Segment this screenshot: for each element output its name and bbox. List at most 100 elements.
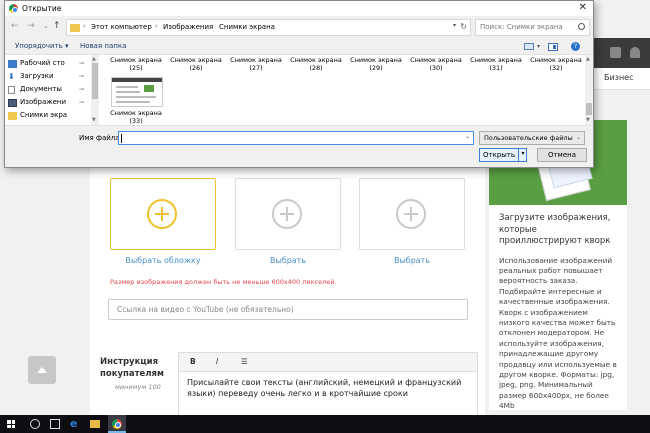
file-item[interactable]: Снимок экрана (25) [107, 56, 165, 72]
file-thumbnail[interactable] [111, 77, 163, 107]
address-bar[interactable]: › Этот компьютер › Изображения › Снимки … [66, 19, 471, 36]
scrollbar-thumb[interactable] [586, 103, 592, 115]
thumbnail-header [112, 78, 162, 82]
site-tab-bar: Бизнес [592, 68, 650, 90]
scroll-up-arrow[interactable]: ▲ [586, 56, 590, 62]
notifications-icon[interactable] [630, 47, 640, 58]
choose-image-link[interactable]: Выбрать [235, 256, 341, 265]
file-item[interactable]: Снимок экрана (26) [167, 56, 225, 72]
file-item-selected[interactable]: Снимок экрана (33) [107, 109, 165, 125]
nav-item-desktop[interactable]: Рабочий сто [20, 59, 65, 67]
pin-icon: ⊸ [79, 73, 85, 80]
recent-locations-dropdown[interactable]: ⌄ [43, 22, 49, 30]
change-view-icon[interactable] [524, 43, 534, 50]
upload-cover-slot[interactable] [110, 178, 216, 250]
breadcrumb-pictures[interactable]: Изображения [163, 23, 213, 31]
file-item[interactable]: Снимок экрана (27) [227, 56, 285, 72]
site-header [592, 38, 650, 68]
file-explorer-icon[interactable] [90, 420, 100, 428]
scroll-down-arrow[interactable]: ▼ [586, 117, 590, 123]
pin-icon: ⊸ [79, 99, 85, 106]
nav-item-screenshots[interactable]: Снимки экра [20, 111, 67, 119]
thumbnail-image [144, 85, 154, 92]
file-item[interactable]: Снимок экрана (31) [467, 56, 525, 72]
file-item[interactable]: Снимок экрана (30) [407, 56, 465, 72]
choose-image-link[interactable]: Выбрать [359, 256, 465, 265]
chevron-down-icon: ⌄ [575, 134, 581, 141]
up-button[interactable]: ↑ [53, 21, 61, 31]
downloads-icon: ⬇ [8, 72, 15, 81]
file-type-value: Пользовательские файлы [484, 134, 573, 142]
scroll-up-arrow[interactable]: ▲ [92, 56, 96, 62]
plus-icon [396, 199, 426, 229]
editor-toolbar: B I ☰ [179, 353, 477, 372]
breadcrumb-screenshots[interactable]: Снимки экрана [219, 23, 275, 31]
address-dropdown-icon[interactable]: ▾ [453, 22, 456, 29]
filename-label: Имя файла: [79, 134, 122, 142]
instructions-minimum: минимум 100 [115, 383, 161, 391]
nav-pane-scrollbar[interactable]: ▲ ▼ [91, 55, 99, 125]
nav-item-pictures[interactable]: Изображени [20, 98, 66, 106]
cancel-button[interactable]: Отмена [537, 148, 587, 162]
search-icon [578, 23, 585, 30]
file-type-select[interactable]: Пользовательские файлы ⌄ [479, 131, 585, 145]
nav-item-downloads[interactable]: Загрузки [20, 72, 54, 80]
scroll-down-arrow[interactable]: ▼ [92, 117, 96, 123]
open-file-dialog: Открытие ✕ ← → ⌄ ↑ › Этот компьютер › Из… [4, 0, 594, 168]
chrome-icon [112, 419, 122, 429]
tips-body: Использование изображений реальных работ… [499, 255, 617, 411]
filename-dropdown-icon[interactable]: ⌄ [465, 133, 470, 140]
plus-icon [147, 199, 177, 229]
nav-item-documents[interactable]: Документы [20, 85, 62, 93]
file-item[interactable]: Снимок экрана (29) [347, 56, 405, 72]
bold-button[interactable]: B [190, 357, 196, 366]
list-button[interactable]: ☰ [241, 357, 248, 366]
pin-icon: ⊸ [79, 60, 85, 67]
text-cursor [121, 134, 122, 143]
breadcrumb-separator: › [211, 22, 214, 30]
chrome-icon [9, 4, 18, 13]
tab-business[interactable]: Бизнес [604, 73, 634, 82]
back-button[interactable]: ← [11, 21, 19, 31]
editor-content[interactable]: Присылайте свои тексты (английский, неме… [179, 372, 477, 404]
search-icon[interactable] [30, 419, 40, 429]
new-folder-button[interactable]: Новая папка [80, 42, 126, 50]
task-view-icon[interactable] [50, 419, 60, 429]
plus-icon [272, 199, 302, 229]
pictures-icon [8, 99, 17, 107]
chrome-taskbar-button[interactable] [108, 415, 126, 433]
dialog-toolbar: Упорядочить ▾ Новая папка ▾ ? [5, 39, 593, 54]
file-list-scrollbar[interactable]: ▲ ▼ [585, 55, 593, 125]
search-placeholder: Поиск: Снимки экрана [480, 23, 563, 31]
help-icon[interactable]: ? [571, 42, 580, 51]
file-item[interactable]: Снимок экрана (28) [287, 56, 345, 72]
documents-icon [8, 86, 15, 94]
upload-slot-2[interactable] [235, 178, 341, 250]
navigation-pane: Рабочий сто ⊸ ⬇ Загрузки ⊸ Документы ⊸ И… [5, 55, 91, 125]
folder-icon [70, 24, 80, 32]
italic-button[interactable]: I [216, 357, 218, 366]
search-input[interactable]: Поиск: Снимки экрана [475, 19, 590, 36]
scroll-to-top-button[interactable] [28, 356, 56, 384]
youtube-link-input[interactable]: Ссылка на видео с YouTube (не обязательн… [108, 299, 468, 320]
forward-button[interactable]: → [27, 21, 35, 31]
dialog-titlebar: Открытие ✕ [5, 1, 593, 16]
scrollbar-thumb[interactable] [92, 63, 98, 99]
dialog-content: Рабочий сто ⊸ ⬇ Загрузки ⊸ Документы ⊸ И… [5, 54, 593, 126]
choose-cover-link[interactable]: Выбрать обложку [110, 256, 216, 265]
folder-icon [8, 112, 17, 120]
view-dropdown-icon[interactable]: ▾ [537, 43, 540, 50]
edge-icon[interactable]: e [70, 418, 80, 429]
thumbnail-line [116, 86, 138, 88]
upload-slot-3[interactable] [359, 178, 465, 250]
close-button[interactable]: ✕ [579, 2, 587, 13]
windows-start-icon[interactable] [7, 420, 15, 428]
breadcrumb-this-pc[interactable]: Этот компьютер [91, 23, 152, 31]
preview-pane-icon[interactable] [548, 43, 558, 51]
microphone-icon[interactable] [610, 47, 621, 58]
open-options-dropdown[interactable]: ▾ [518, 148, 527, 162]
filename-input[interactable]: ⌄ [118, 131, 474, 145]
file-item[interactable]: Снимок экрана (32) [527, 56, 585, 72]
organize-menu[interactable]: Упорядочить ▾ [15, 42, 69, 50]
refresh-icon[interactable]: ↻ [460, 22, 467, 31]
